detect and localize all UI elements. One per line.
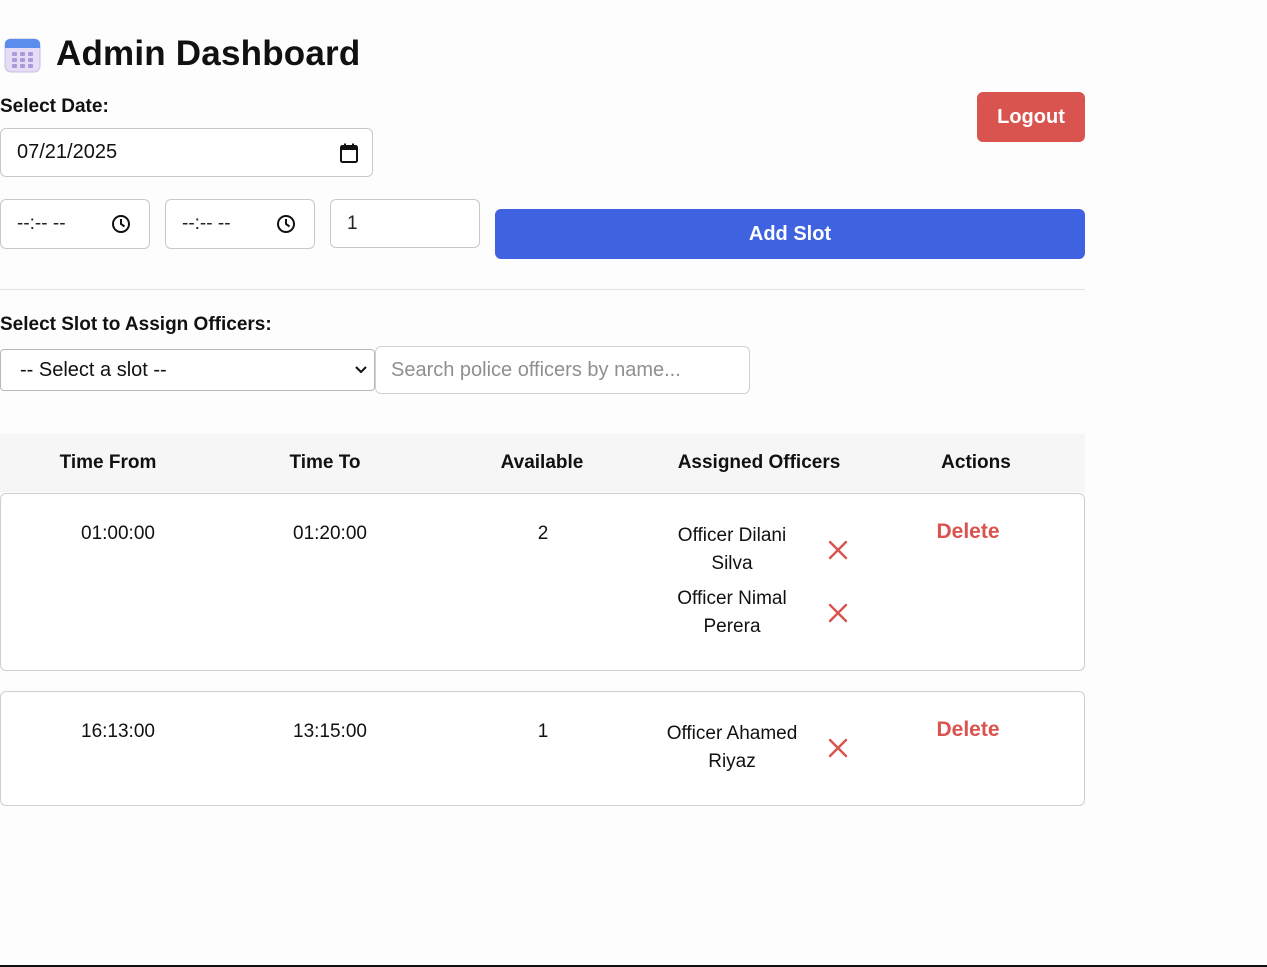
time-from-cell: 16:13:00 [81, 721, 155, 742]
time-to-value: --:-- -- [182, 213, 231, 234]
header-time-from: Time From [59, 452, 157, 473]
header-time-to: Time To [289, 452, 361, 473]
officer-name-line2: Silva [711, 553, 753, 574]
calendar-icon [4, 38, 41, 72]
divider [0, 289, 1085, 290]
clock-icon[interactable] [111, 214, 131, 234]
select-date-label: Select Date: [0, 96, 109, 117]
officer-search-input[interactable]: Search police officers by name... [375, 346, 750, 394]
calendar-picker-icon[interactable] [340, 143, 358, 163]
remove-officer-icon[interactable] [827, 602, 849, 624]
slot-select[interactable]: -- Select a slot -- [0, 349, 375, 391]
slot-select-value: -- Select a slot -- [20, 358, 167, 381]
officer-name-line2: Perera [703, 616, 761, 637]
assign-slot-label: Select Slot to Assign Officers: [0, 314, 272, 335]
table-header: Time From Time To Available Assigned Off… [0, 434, 1085, 492]
table-row: 16:13:00 13:15:00 1 Officer Ahamed Riyaz… [0, 691, 1085, 806]
date-input[interactable]: 07/21/2025 [0, 128, 373, 177]
available-cell: 2 [537, 523, 549, 544]
time-from-input[interactable]: --:-- -- [0, 199, 150, 249]
page-title: Admin Dashboard [56, 34, 361, 73]
officer-name-line1: Officer Dilani [677, 525, 787, 546]
remove-officer-icon[interactable] [827, 539, 849, 561]
officer-name-line1: Officer Ahamed [666, 723, 798, 744]
add-slot-button[interactable]: Add Slot [495, 209, 1085, 259]
delete-slot-button[interactable]: Delete [936, 718, 999, 742]
time-to-cell: 01:20:00 [293, 523, 367, 544]
available-cell: 1 [537, 721, 549, 742]
page-header: Admin Dashboard [4, 34, 360, 74]
search-placeholder: Search police officers by name... [391, 358, 681, 381]
officer-name: Officer Nimal Perera [657, 585, 807, 641]
time-from-value: --:-- -- [17, 213, 66, 234]
capacity-input[interactable]: 1 [330, 199, 480, 248]
time-to-input[interactable]: --:-- -- [165, 199, 315, 249]
delete-slot-button[interactable]: Delete [936, 520, 999, 544]
officer-name: Officer Dilani Silva [657, 522, 807, 578]
header-available: Available [500, 452, 584, 473]
table-row: 01:00:00 01:20:00 2 Officer Dilani Silva… [0, 493, 1085, 671]
time-from-cell: 01:00:00 [81, 523, 155, 544]
date-value: 07/21/2025 [17, 141, 118, 163]
header-actions: Actions [941, 452, 1011, 473]
time-to-cell: 13:15:00 [293, 721, 367, 742]
header-assigned-officers: Assigned Officers [677, 452, 841, 473]
clock-icon[interactable] [276, 214, 296, 234]
logout-button[interactable]: Logout [977, 92, 1085, 142]
chevron-down-icon [355, 366, 367, 374]
officer-name: Officer Ahamed Riyaz [657, 720, 807, 776]
officer-name-line1: Officer Nimal [677, 588, 787, 609]
remove-officer-icon[interactable] [827, 737, 849, 759]
officer-name-line2: Riyaz [708, 751, 756, 772]
